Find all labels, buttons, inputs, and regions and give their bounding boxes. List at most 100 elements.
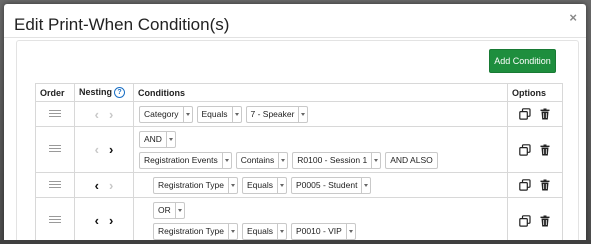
field-select-label: Registration Type: [158, 179, 224, 190]
drag-handle-icon[interactable]: [49, 143, 61, 154]
connector-select-label: AND: [144, 133, 162, 144]
operator-select-label: Equals: [247, 225, 273, 236]
copy-icon[interactable]: [519, 108, 531, 120]
conditions-panel: Add Condition Order Nesting? Conditions …: [16, 40, 579, 244]
table-row: ‹ › Category Equals 7 - Speaker: [35, 101, 563, 127]
trash-icon[interactable]: [539, 144, 551, 156]
chevron-down-icon[interactable]: [182, 106, 192, 122]
field-select[interactable]: Registration Type: [153, 176, 238, 194]
conditions-table: Order Nesting? Conditions Options ‹ › Cate…: [35, 83, 563, 244]
table-header-row: Order Nesting? Conditions Options: [35, 83, 563, 102]
nesting-cell: ‹ ›: [74, 126, 134, 173]
value-select-label: R0100 - Session 1: [297, 154, 368, 165]
edit-print-when-dialog: Edit Print-When Condition(s) × Add Condi…: [4, 4, 586, 244]
operator-select[interactable]: Equals: [196, 105, 242, 123]
chevron-down-icon[interactable]: [228, 177, 237, 193]
chevron-right-icon[interactable]: ›: [109, 143, 113, 156]
chevron-right-icon[interactable]: ›: [109, 108, 113, 121]
bottom-backdrop: [0, 240, 591, 244]
operator-select-label: Contains: [240, 154, 275, 165]
operator-select[interactable]: Equals: [242, 176, 287, 194]
field-select[interactable]: Category: [139, 105, 193, 123]
chevron-right-icon[interactable]: ›: [109, 214, 113, 227]
header-nesting-label: Nesting: [79, 86, 113, 97]
trash-icon[interactable]: [539, 108, 551, 120]
chevron-down-icon[interactable]: [174, 202, 184, 218]
options-cell: [507, 172, 563, 198]
chevron-down-icon[interactable]: [221, 152, 231, 168]
operator-select-label: Equals: [247, 179, 273, 190]
field-select-label: Category: [144, 108, 179, 119]
field-select[interactable]: Registration Type: [153, 222, 238, 240]
condition-line: Registration Type Equals P0010 - VIP: [153, 222, 507, 240]
table-row: ‹ › Registration Type Equals P0005 - Student: [35, 172, 563, 198]
chevron-left-icon[interactable]: ‹: [95, 143, 99, 156]
order-cell: [35, 101, 75, 127]
conditions-cell: OR Registration Type Equals P0010 - VIP: [133, 197, 508, 244]
chevron-down-icon[interactable]: [345, 223, 355, 239]
connector-select-label: OR: [158, 204, 171, 215]
table-row: ‹ › AND Registration Events Contains R0100 - …: [35, 126, 563, 173]
table-row: ‹ › OR Registration Type Equals P0010 - VIP: [35, 197, 563, 244]
help-circle-icon[interactable]: ?: [114, 87, 126, 99]
order-cell: [35, 172, 75, 198]
title-divider: [4, 37, 586, 38]
copy-icon[interactable]: [519, 179, 531, 191]
header-order: Order: [35, 83, 75, 102]
chevron-down-icon[interactable]: [298, 106, 307, 122]
chevron-down-icon[interactable]: [277, 177, 286, 193]
chevron-down-icon[interactable]: [165, 131, 175, 147]
value-select-label: 7 - Speaker: [250, 108, 295, 119]
chevron-down-icon[interactable]: [277, 223, 286, 239]
header-nesting: Nesting?: [74, 83, 134, 102]
chevron-right-icon[interactable]: ›: [109, 179, 113, 192]
close-icon[interactable]: ×: [569, 10, 577, 25]
chevron-down-icon[interactable]: [371, 152, 380, 168]
trash-icon[interactable]: [539, 179, 551, 191]
add-condition-button[interactable]: Add Condition: [489, 49, 556, 73]
connector-line: AND: [139, 130, 507, 148]
chevron-down-icon[interactable]: [231, 106, 241, 122]
condition-line: Category Equals 7 - Speaker: [139, 105, 507, 123]
trash-icon[interactable]: [539, 215, 551, 227]
value-select[interactable]: P0010 - VIP: [291, 222, 356, 240]
order-cell: [35, 197, 75, 244]
copy-icon[interactable]: [519, 143, 531, 156]
field-select-label: Registration Type: [158, 225, 224, 236]
chevron-down-icon[interactable]: [361, 177, 370, 193]
field-select[interactable]: Registration Events: [139, 151, 232, 169]
operator-select-label: Equals: [201, 108, 228, 119]
value-select[interactable]: P0005 - Student: [291, 176, 372, 194]
drag-handle-icon[interactable]: [49, 214, 61, 225]
options-cell: [507, 101, 563, 127]
connector-line: OR: [153, 201, 507, 219]
chevron-left-icon[interactable]: ‹: [95, 214, 99, 227]
drag-handle-icon[interactable]: [49, 179, 61, 190]
dialog-title: Edit Print-When Condition(s): [14, 15, 230, 34]
nesting-cell: ‹ ›: [74, 197, 134, 244]
order-cell: [35, 126, 75, 173]
nesting-cell: ‹ ›: [74, 172, 134, 198]
drag-handle-icon[interactable]: [49, 108, 61, 119]
connector-select[interactable]: OR: [153, 201, 185, 219]
and-also-label: AND ALSO: [385, 151, 438, 169]
options-cell: [507, 126, 563, 173]
condition-line: Registration Type Equals P0005 - Student: [153, 176, 507, 194]
operator-select[interactable]: Contains: [235, 151, 289, 169]
conditions-cell: AND Registration Events Contains R0100 - Se…: [133, 126, 508, 173]
copy-icon[interactable]: [519, 214, 531, 227]
nesting-cell: ‹ ›: [74, 101, 134, 127]
connector-select[interactable]: AND: [139, 130, 176, 148]
chevron-down-icon[interactable]: [278, 152, 287, 168]
header-options: Options: [507, 83, 563, 102]
chevron-down-icon[interactable]: [228, 223, 237, 239]
value-select[interactable]: R0100 - Session 1: [292, 151, 382, 169]
chevron-left-icon[interactable]: ‹: [95, 179, 99, 192]
header-conditions: Conditions: [133, 83, 508, 102]
field-select-label: Registration Events: [144, 154, 218, 165]
chevron-left-icon[interactable]: ‹: [95, 108, 99, 121]
value-select[interactable]: 7 - Speaker: [245, 105, 309, 123]
conditions-cell: Category Equals 7 - Speaker: [133, 101, 508, 127]
value-select-label: P0005 - Student: [296, 179, 358, 190]
operator-select[interactable]: Equals: [242, 222, 287, 240]
